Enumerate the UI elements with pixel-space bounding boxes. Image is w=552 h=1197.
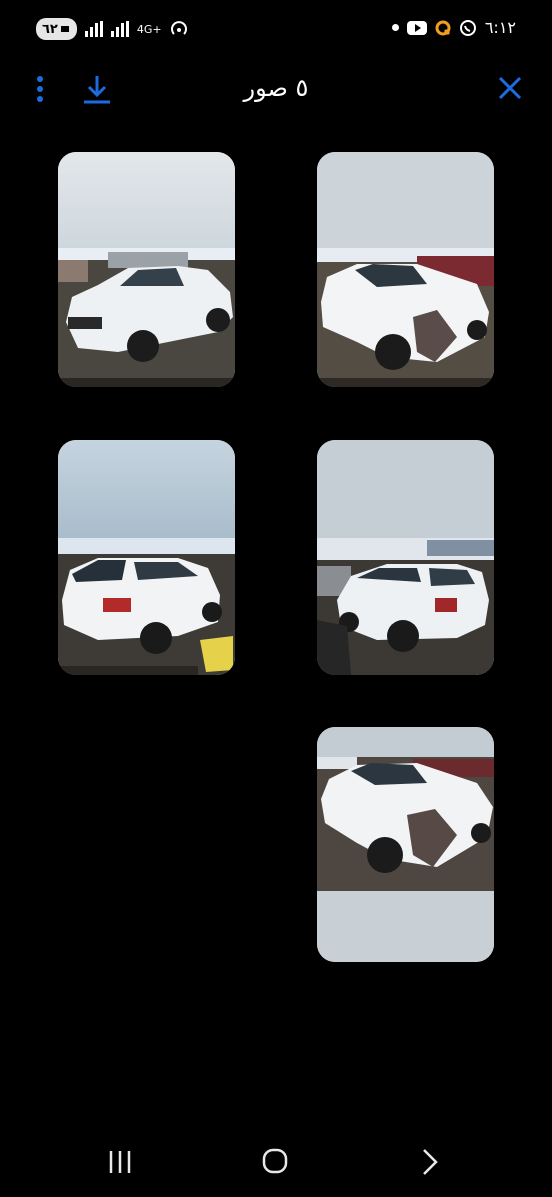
dot-icon (391, 24, 399, 31)
whatsapp-icon (459, 19, 476, 36)
status-right: ٦:١٢ (391, 18, 516, 37)
system-nav-bar (0, 1127, 552, 1197)
close-icon[interactable] (496, 74, 524, 102)
photo-thumbnail-2[interactable] (317, 152, 494, 387)
photo-thumbnail-3[interactable] (58, 440, 235, 675)
hotspot-icon (170, 21, 187, 35)
recent-apps-icon[interactable] (98, 1141, 142, 1181)
page-title: ٥ صور (243, 74, 309, 102)
car-photo (58, 440, 235, 675)
car-photo (317, 152, 494, 387)
clock: ٦:١٢ (484, 18, 516, 37)
status-bar: ٦٢ 4G+ ٦:١٢ (0, 0, 552, 58)
car-photo (317, 440, 494, 675)
home-icon[interactable] (253, 1141, 297, 1181)
photo-thumbnail-4[interactable] (317, 440, 494, 675)
battery-level: ٦٢ (42, 21, 58, 37)
photo-thumbnail-5[interactable] (317, 727, 494, 962)
viewer-header: ٥ صور (0, 60, 552, 116)
q-app-icon (435, 20, 451, 35)
car-photo (58, 152, 235, 387)
network-type: 4G+ (136, 22, 162, 36)
car-photo (317, 727, 494, 962)
battery-icon (60, 26, 69, 32)
battery-indicator: ٦٢ (36, 18, 77, 40)
status-left: ٦٢ 4G+ (36, 18, 188, 40)
youtube-icon (406, 20, 427, 35)
photo-thumbnail-1[interactable] (58, 152, 235, 387)
back-icon[interactable] (408, 1141, 452, 1181)
signal-icon (84, 21, 103, 37)
signal-icon (110, 21, 129, 37)
